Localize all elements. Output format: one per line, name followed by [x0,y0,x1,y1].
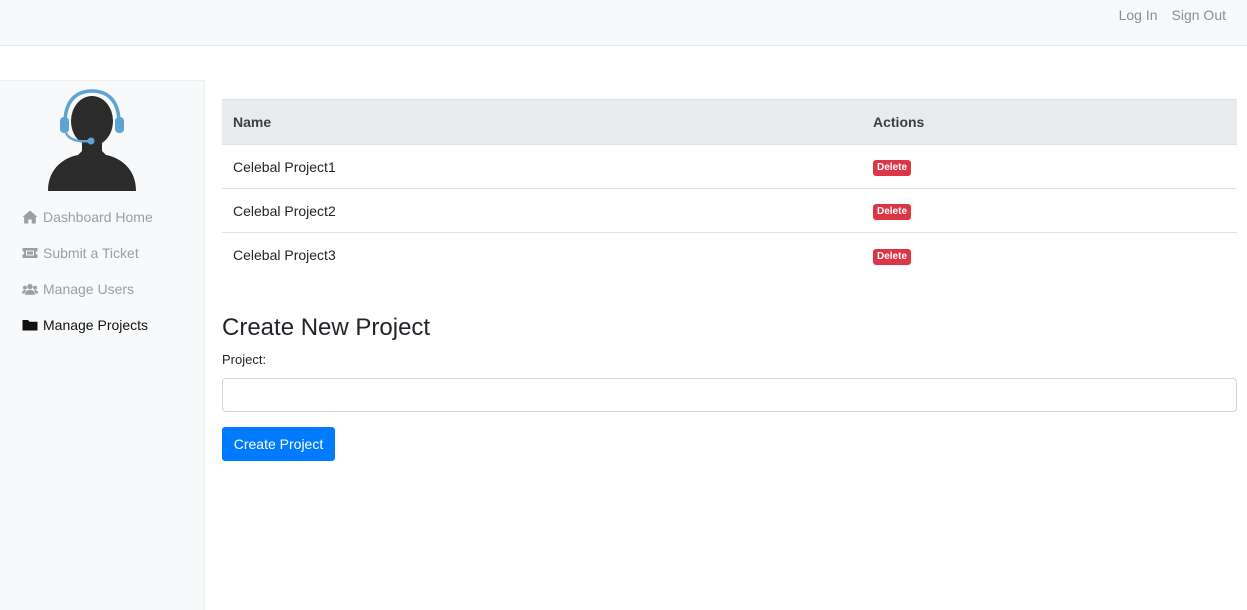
sidebar-nav: Dashboard Home Submit a Ticket Manage Us… [22,199,153,343]
create-project-heading: Create New Project [222,314,431,341]
delete-button[interactable]: Delete [873,204,912,220]
ticket-icon [22,248,38,258]
table-row: Celebal Project2 Delete [222,188,1237,233]
sidebar-item-label: Submit a Ticket [43,245,139,261]
project-field-label: Project: [222,352,267,367]
table-row: Celebal Project3 Delete [222,233,1237,278]
actions-cell: Delete [863,188,1237,233]
sidebar-item-dashboard-home[interactable]: Dashboard Home [22,199,153,235]
sidebar-item-manage-projects[interactable]: Manage Projects [22,307,153,343]
login-link[interactable]: Log In [1119,7,1158,23]
delete-button[interactable]: Delete [873,248,912,265]
project-name-input[interactable] [222,378,1237,412]
column-header-actions: Actions [863,99,1237,145]
top-nav-links: Log In Sign Out [1105,0,1226,29]
sidebar-item-label: Dashboard Home [43,209,153,225]
sidebar-item-manage-users[interactable]: Manage Users [22,271,153,307]
project-name-cell: Celebal Project3 [233,247,336,263]
project-name-cell: Celebal Project2 [222,188,863,233]
folder-icon [22,320,38,331]
delete-button[interactable]: Delete [873,160,912,176]
sidebar: Dashboard Home Submit a Ticket Manage Us… [0,80,205,610]
signout-link[interactable]: Sign Out [1172,7,1226,23]
projects-table: Name Actions Celebal Project1 Delete Cel… [222,99,1237,277]
actions-cell: Delete [863,144,1237,189]
top-navbar: Log In Sign Out [0,0,1247,46]
project-name-cell: Celebal Project1 [222,144,863,189]
main-content: Name Actions Celebal Project1 Delete Cel… [222,99,1237,461]
actions-cell: Delete [863,233,1237,278]
sidebar-item-label: Manage Users [43,281,135,297]
users-icon [22,283,38,295]
column-header-name: Name [222,99,863,145]
sidebar-item-submit-ticket[interactable]: Submit a Ticket [22,235,153,271]
create-project-button[interactable]: Create Project [222,427,335,461]
support-agent-avatar-icon [48,89,136,191]
home-icon [22,210,38,224]
table-row: Celebal Project1 Delete [222,144,1237,189]
sidebar-item-label: Manage Projects [43,317,149,333]
table-header-row: Name Actions [222,99,1237,145]
